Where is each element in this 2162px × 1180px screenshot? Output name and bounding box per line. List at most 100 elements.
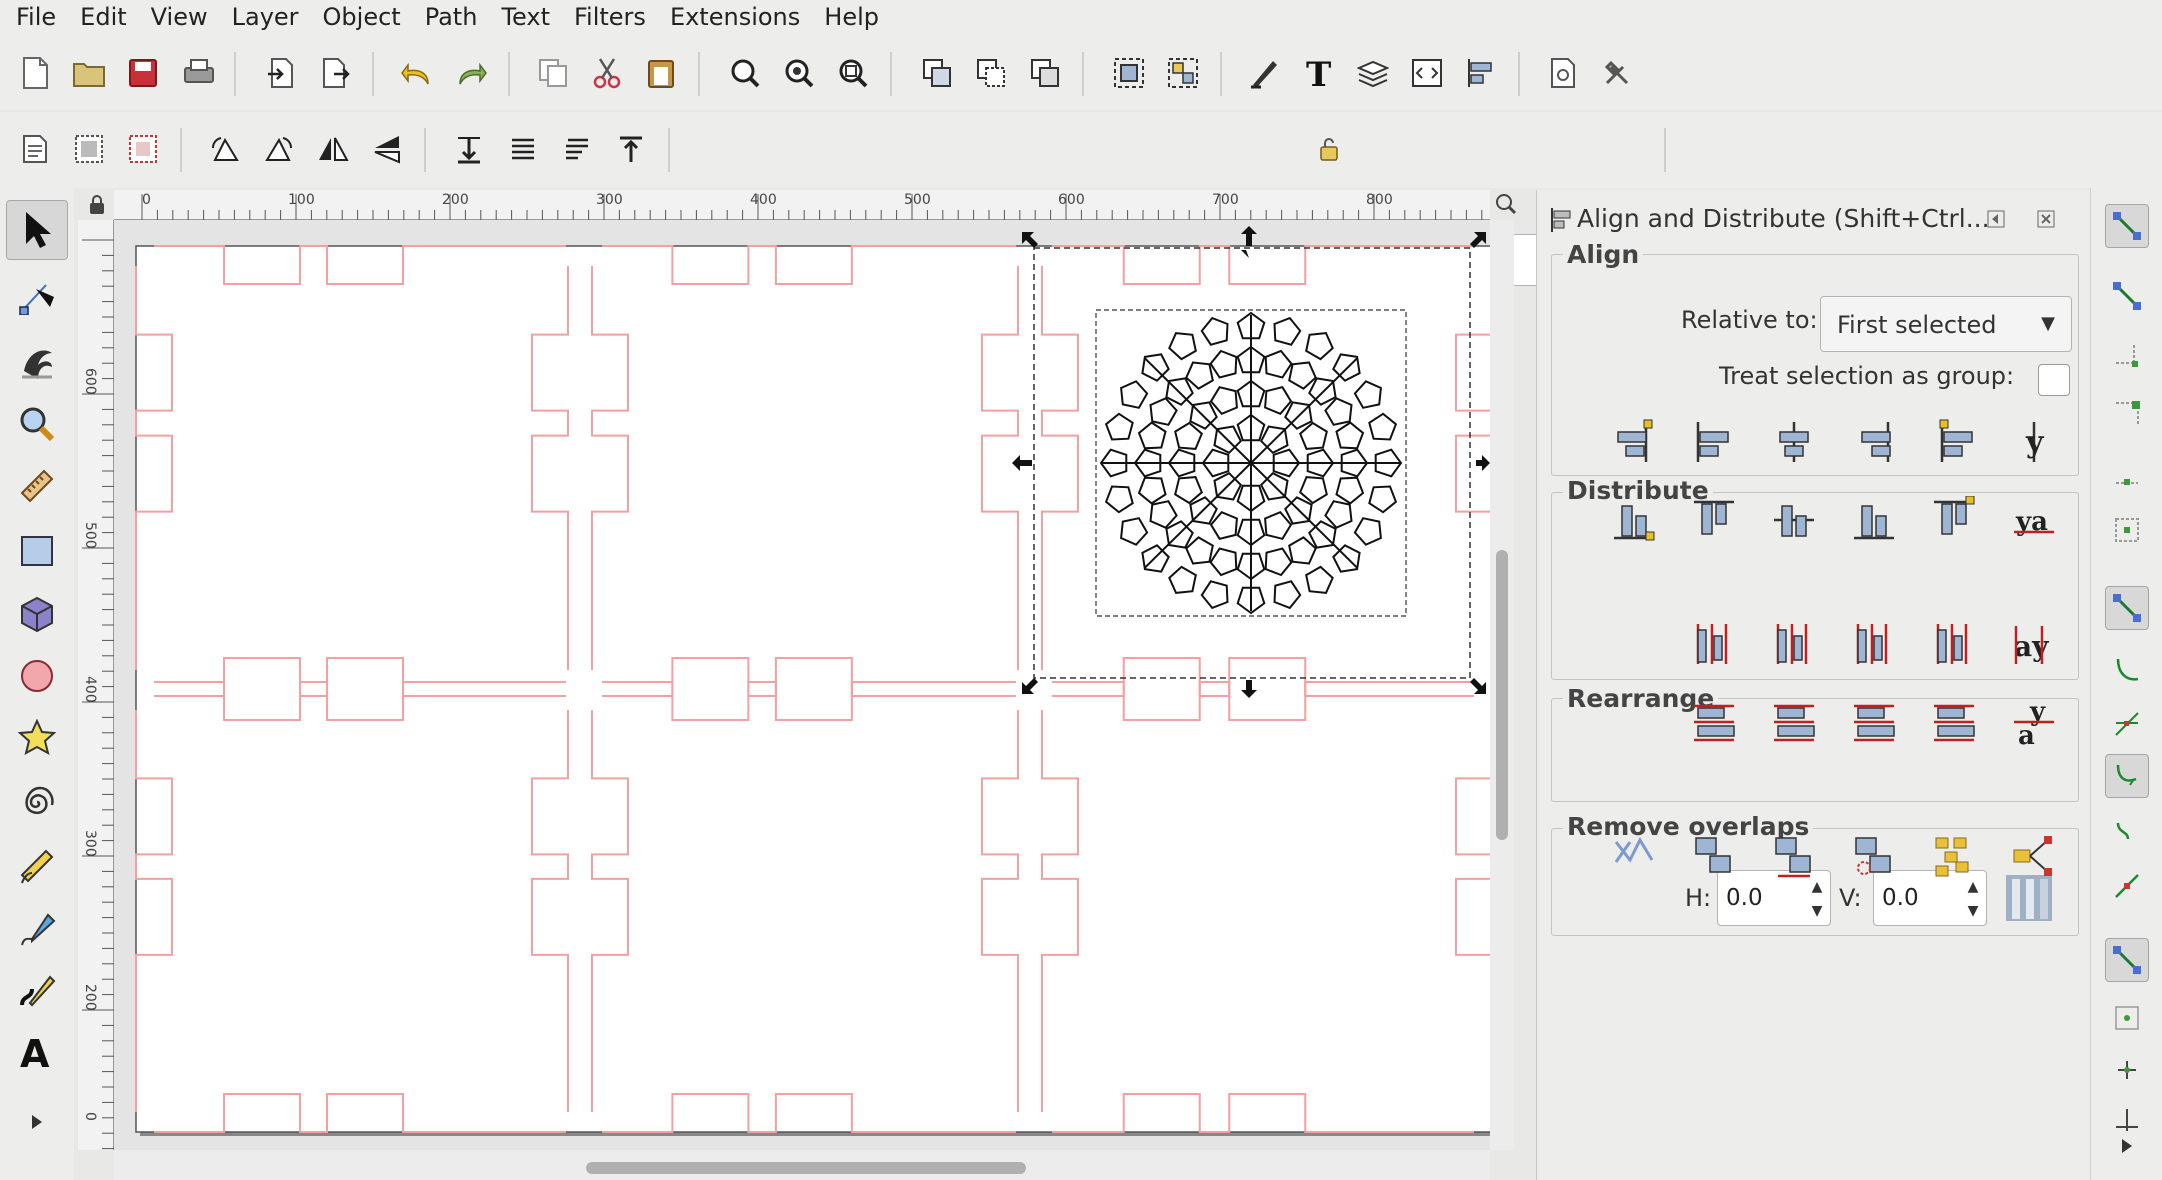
print-icon[interactable] — [176, 50, 222, 96]
snapbar-more-icon[interactable] — [2105, 1124, 2149, 1168]
undo-icon[interactable] — [394, 50, 440, 96]
paste-icon[interactable] — [638, 50, 684, 96]
align-bottom-edges-button[interactable] — [1842, 488, 1906, 552]
menu-file[interactable]: File — [8, 0, 72, 34]
snap-others-icon[interactable] — [2105, 938, 2149, 982]
menu-help[interactable]: Help — [816, 0, 895, 34]
menu-path[interactable]: Path — [417, 0, 494, 34]
lower-to-bottom-icon[interactable] — [608, 126, 654, 172]
select-all-icon[interactable] — [12, 126, 58, 172]
clone-icon[interactable] — [968, 50, 1014, 96]
dock-iconify-button[interactable] — [1981, 204, 2011, 234]
measure-tool[interactable] — [6, 456, 68, 516]
zoom-corner-icon[interactable] — [1494, 192, 1518, 216]
menu-object[interactable]: Object — [315, 0, 417, 34]
align-right-to-left-button[interactable] — [1602, 410, 1666, 474]
distribute-bottom-edges-button[interactable] — [1842, 692, 1906, 756]
raise-to-top-icon[interactable] — [446, 126, 492, 172]
rearrange-connectors-button[interactable] — [2002, 824, 2066, 888]
overlap-v-down-icon[interactable]: ▼ — [1962, 899, 1984, 923]
align-bottom-to-top-button[interactable] — [1602, 488, 1666, 552]
export-icon[interactable] — [312, 50, 358, 96]
snap-midpoints-icon[interactable] — [2105, 864, 2149, 908]
toolbox-more-icon[interactable] — [6, 1092, 68, 1152]
distribute-gaps-vertical-button[interactable] — [1922, 692, 1986, 756]
exchange-clockwise-button[interactable] — [1842, 824, 1906, 888]
align-left-to-right-button[interactable] — [1922, 410, 1986, 474]
align-top-edges-button[interactable] — [1682, 488, 1746, 552]
horizontal-scrollbar[interactable] — [114, 1150, 1490, 1180]
snap-smooth-nodes-icon[interactable] — [2105, 812, 2149, 856]
new-document-icon[interactable] — [12, 50, 58, 96]
rearrange-graph-button[interactable] — [1602, 824, 1666, 888]
overlap-h-down-icon[interactable]: ▼ — [1806, 899, 1828, 923]
xml-editor-icon[interactable] — [1404, 50, 1450, 96]
center-vertical-axis-button[interactable] — [1762, 410, 1826, 474]
menu-layer[interactable]: Layer — [224, 0, 315, 34]
ungroup-icon[interactable] — [1160, 50, 1206, 96]
flip-horizontal-icon[interactable] — [310, 126, 356, 172]
align-distribute-icon[interactable] — [1458, 50, 1504, 96]
tweak-tool[interactable] — [6, 330, 68, 390]
copy-icon[interactable] — [530, 50, 576, 96]
menu-filters[interactable]: Filters — [566, 0, 662, 34]
lower-icon[interactable] — [554, 126, 600, 172]
exchange-z-order-button[interactable] — [1762, 824, 1826, 888]
snap-object-centers-icon[interactable] — [2105, 996, 2149, 1040]
3d-box-tool[interactable] — [6, 584, 68, 644]
ellipse-tool[interactable] — [6, 646, 68, 706]
distribute-gaps-horizontal-button[interactable] — [1922, 612, 1986, 676]
group-icon[interactable] — [1106, 50, 1152, 96]
vertical-ruler[interactable]: 600 500 400 300 200 0 — [78, 220, 114, 1150]
rectangle-tool[interactable] — [6, 520, 68, 580]
snap-bbox-corners-icon[interactable] — [2105, 392, 2149, 436]
distribute-centers-vertical-button[interactable] — [1762, 692, 1826, 756]
snap-intersections-icon[interactable] — [2105, 702, 2149, 746]
text-tool[interactable]: A — [6, 1022, 68, 1082]
zoom-tool[interactable] — [6, 394, 68, 454]
redo-icon[interactable] — [448, 50, 494, 96]
document-properties-icon[interactable] — [1540, 50, 1586, 96]
cut-icon[interactable] — [584, 50, 630, 96]
distribute-top-edges-button[interactable] — [1682, 692, 1746, 756]
vertical-scrollbar[interactable] — [1490, 220, 1514, 1150]
horizontal-ruler[interactable]: 0 100 200 300 400 500 600 700 800 — [114, 190, 1490, 220]
flip-vertical-icon[interactable] — [364, 126, 410, 172]
deselect-icon[interactable] — [120, 126, 166, 172]
open-file-icon[interactable] — [66, 50, 112, 96]
align-left-edges-button[interactable] — [1682, 410, 1746, 474]
align-top-to-bottom-button[interactable] — [1922, 488, 1986, 552]
treat-as-group-checkbox[interactable] — [2038, 364, 2070, 396]
snap-bbox-edges-icon[interactable] — [2105, 334, 2149, 378]
spiral-tool[interactable] — [6, 772, 68, 832]
import-icon[interactable] — [258, 50, 304, 96]
unclump-button[interactable] — [1922, 824, 1986, 888]
vertical-scroll-thumb[interactable] — [1496, 550, 1508, 840]
center-horizontal-axis-button[interactable] — [1762, 488, 1826, 552]
layers-icon[interactable] — [1350, 50, 1396, 96]
drawing-canvas[interactable] — [114, 220, 1490, 1150]
snap-rotation-centers-icon[interactable] — [2105, 1048, 2149, 1092]
menu-view[interactable]: View — [143, 0, 224, 34]
menu-extensions[interactable]: Extensions — [662, 0, 816, 34]
rotate-ccw-icon[interactable] — [202, 126, 248, 172]
duplicate-icon[interactable] — [914, 50, 960, 96]
relative-to-dropdown[interactable]: First selected ▼ — [1820, 296, 2072, 352]
pen-tool[interactable] — [6, 898, 68, 958]
selector-tool[interactable] — [6, 200, 68, 260]
calligraphy-tool[interactable] — [6, 960, 68, 1020]
lock-proportions-icon[interactable] — [1306, 126, 1352, 172]
snap-cusp-nodes-icon[interactable] — [2105, 754, 2149, 798]
fill-stroke-icon[interactable] — [1242, 50, 1288, 96]
preferences-icon[interactable] — [1594, 50, 1640, 96]
unlink-clone-icon[interactable] — [1022, 50, 1068, 96]
menu-edit[interactable]: Edit — [72, 0, 142, 34]
text-font-icon[interactable]: T — [1296, 50, 1342, 96]
zoom-drawing-icon[interactable] — [776, 50, 822, 96]
snap-bbox-icon[interactable] — [2105, 274, 2149, 318]
menu-text[interactable]: Text — [493, 0, 566, 34]
align-right-edges-button[interactable] — [1842, 410, 1906, 474]
raise-icon[interactable] — [500, 126, 546, 172]
snap-bbox-midpoints-icon[interactable] — [2105, 450, 2149, 494]
dock-close-button[interactable] — [2031, 204, 2061, 234]
